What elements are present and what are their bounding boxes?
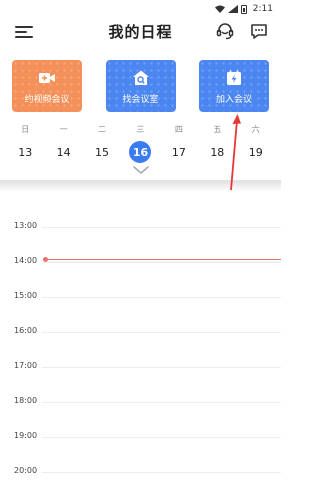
status-icons — [214, 4, 247, 14]
hour-row: 18:00 — [0, 396, 281, 405]
weekday-label: 二 — [98, 125, 107, 134]
day-friday[interactable]: 五 18 — [198, 124, 236, 163]
quick-action-label: 加入会议 — [215, 95, 252, 105]
hour-label: 19:00 — [14, 431, 38, 440]
hour-label: 15:00 — [14, 291, 38, 300]
status-time: 2:11 — [252, 4, 273, 14]
hour-row: 17:00 — [0, 361, 281, 370]
day-sunday[interactable]: 日 13 — [6, 124, 44, 163]
date-number: 19 — [248, 145, 263, 159]
day-wednesday-today[interactable]: 三 16 — [121, 124, 159, 163]
hour-label: 17:00 — [14, 361, 38, 370]
app-header: 我的日程 — [0, 18, 281, 44]
quick-actions: 约视频会议 找会议室 加入会议 — [0, 60, 281, 112]
date-number: 18 — [210, 145, 225, 159]
room-search-icon — [132, 70, 149, 85]
find-meeting-room-button[interactable]: 找会议室 — [105, 60, 176, 112]
date-number: 15 — [95, 145, 110, 159]
day-thursday[interactable]: 四 17 — [160, 124, 198, 163]
hour-row: 15:00 — [0, 291, 281, 300]
day-tuesday[interactable]: 二 15 — [83, 124, 121, 163]
chevron-down-icon — [132, 166, 149, 174]
customer-service-icon[interactable] — [215, 21, 235, 41]
weekday-label: 一 — [59, 125, 68, 134]
battery-icon — [240, 4, 247, 14]
weekday-label: 三 — [136, 125, 145, 134]
hour-label: 13:00 — [14, 221, 38, 230]
hour-label: 20:00 — [14, 466, 38, 475]
date-number: 14 — [56, 145, 71, 159]
date-number: 17 — [171, 145, 186, 159]
expand-calendar[interactable] — [0, 166, 281, 176]
status-bar: 2:11 — [0, 0, 281, 18]
week-strip: 日 13 一 14 二 15 三 16 四 17 五 18 六 19 — [0, 124, 281, 163]
hour-label: 14:00 — [14, 256, 38, 265]
quick-action-label: 找会议室 — [122, 95, 159, 105]
date-number: 13 — [18, 145, 33, 159]
weekday-label: 日 — [21, 125, 30, 134]
message-icon[interactable] — [249, 21, 269, 41]
hour-row: 20:00 — [0, 466, 281, 475]
hour-row: 19:00 — [0, 431, 281, 440]
signal-icon — [227, 5, 238, 13]
hour-row: 14:00 — [0, 256, 281, 265]
video-plus-icon — [39, 73, 55, 83]
join-meeting-button[interactable]: 加入会议 — [199, 60, 269, 112]
page-title: 我的日程 — [108, 22, 173, 41]
menu-icon[interactable] — [15, 26, 33, 38]
date-number-selected: 16 — [129, 141, 152, 163]
schedule-video-meeting-button[interactable]: 约视频会议 — [12, 60, 82, 112]
current-time-line — [45, 258, 281, 260]
quick-action-label: 约视频会议 — [24, 95, 70, 105]
calendar-divider-shadow — [0, 180, 281, 192]
header-actions — [215, 21, 269, 41]
weekday-label: 四 — [174, 125, 183, 134]
wifi-icon — [214, 5, 225, 13]
hour-label: 16:00 — [14, 326, 38, 335]
hour-row: 13:00 — [0, 221, 281, 230]
weekday-label: 六 — [251, 125, 260, 134]
day-saturday[interactable]: 六 19 — [237, 124, 275, 163]
hour-row: 16:00 — [0, 326, 281, 335]
weekday-label: 五 — [213, 125, 222, 134]
join-lightning-icon — [227, 70, 241, 85]
hour-label: 18:00 — [14, 396, 38, 405]
day-monday[interactable]: 一 14 — [44, 124, 82, 163]
